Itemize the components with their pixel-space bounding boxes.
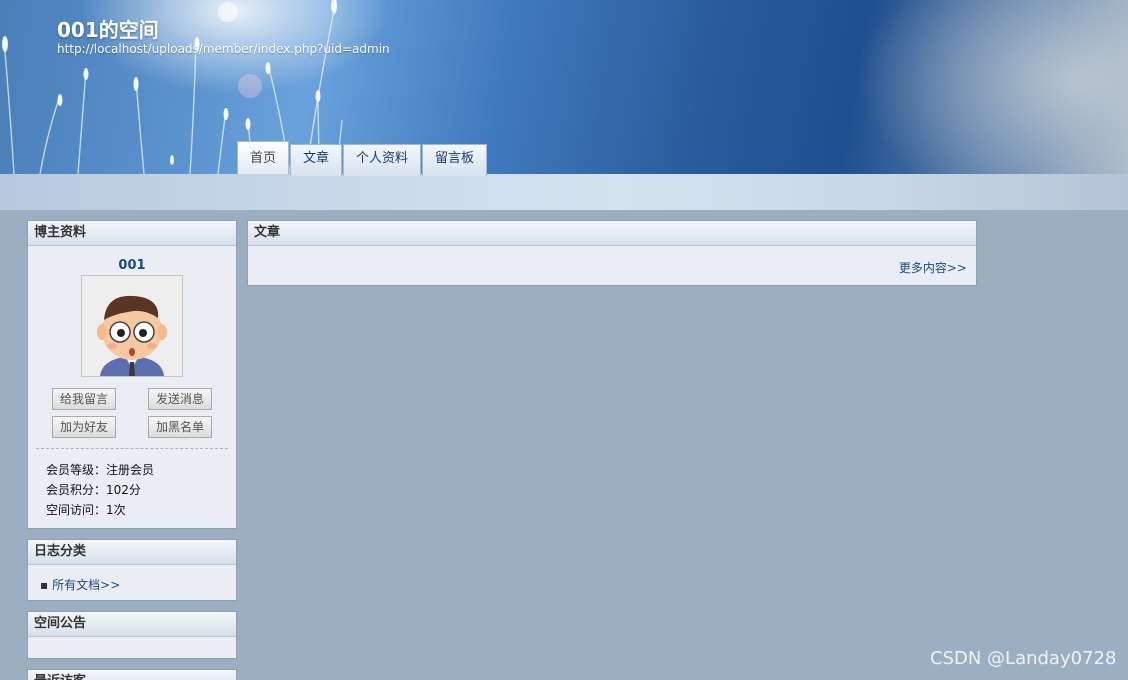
profile-panel: 博主资料 001 给我留言 发送消息 加为好友 加黑名单 会员等级：注册会员 会… bbox=[27, 220, 237, 529]
header-subbar bbox=[0, 174, 1128, 210]
tab-profile[interactable]: 个人资料 bbox=[343, 144, 422, 176]
tab-articles[interactable]: 文章 bbox=[290, 144, 343, 176]
profile-name[interactable]: 001 bbox=[28, 258, 236, 273]
add-friend-button[interactable]: 加为好友 bbox=[52, 416, 116, 438]
main-nav-tabs: 首页 文章 个人资料 留言板 bbox=[237, 141, 488, 176]
site-title: 001的空间 bbox=[57, 18, 159, 42]
notice-panel: 空间公告 bbox=[27, 611, 237, 659]
leave-message-button[interactable]: 给我留言 bbox=[52, 388, 116, 410]
header-banner: 001的空间 http://localhost/uploads/member/i… bbox=[0, 0, 1128, 174]
grass-decoration bbox=[2, 0, 343, 174]
notice-panel-heading: 空间公告 bbox=[28, 612, 236, 637]
stat-member-points: 会员积分：102分 bbox=[46, 483, 141, 497]
stat-member-level: 会员等级：注册会员 bbox=[46, 463, 155, 477]
categories-panel-heading: 日志分类 bbox=[28, 540, 236, 565]
add-blacklist-button[interactable]: 加黑名单 bbox=[148, 416, 212, 438]
tab-guestbook[interactable]: 留言板 bbox=[422, 144, 488, 176]
articles-panel: 文章 更多内容>> bbox=[247, 220, 977, 286]
tab-home[interactable]: 首页 bbox=[237, 141, 290, 174]
avatar-cartoon-icon bbox=[97, 295, 167, 376]
more-content-link[interactable]: 更多内容>> bbox=[899, 259, 967, 276]
bullet-icon: ▪ bbox=[40, 578, 49, 592]
site-url: http://localhost/uploads/member/index.ph… bbox=[57, 42, 390, 56]
stat-space-visits: 空间访问：1次 bbox=[46, 503, 126, 517]
recent-visitors-panel: 最近访客 bbox=[27, 669, 237, 680]
send-message-button[interactable]: 发送消息 bbox=[148, 388, 212, 410]
avatar[interactable] bbox=[81, 275, 183, 377]
all-documents-link[interactable]: 所有文档>> bbox=[52, 578, 120, 592]
articles-panel-heading: 文章 bbox=[248, 221, 976, 246]
list-item: ▪ 所有文档>> bbox=[28, 565, 236, 593]
recent-visitors-heading: 最近访客 bbox=[28, 670, 236, 680]
categories-panel: 日志分类 ▪ 所有文档>> bbox=[27, 539, 237, 601]
watermark: CSDN @Landay0728 bbox=[930, 648, 1117, 669]
member-stats: 会员等级：注册会员 会员积分：102分 空间访问：1次 bbox=[28, 449, 236, 520]
profile-panel-heading: 博主资料 bbox=[28, 221, 236, 246]
